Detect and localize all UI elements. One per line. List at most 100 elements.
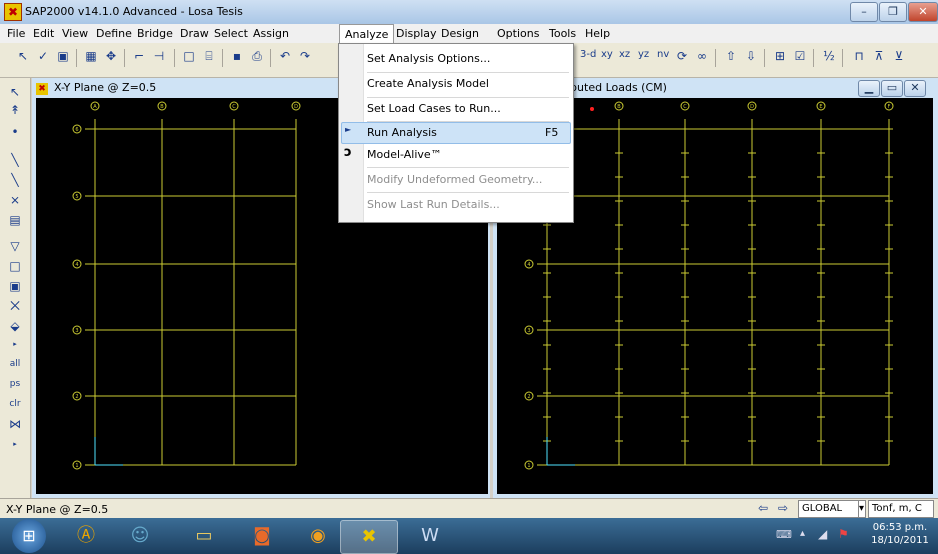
- right-arrow-icon[interactable]: ⇨: [778, 501, 788, 515]
- taskbar-folder-icon[interactable]: ▭: [178, 520, 230, 552]
- redo-icon[interactable]: ↷: [296, 47, 314, 65]
- frame-icon[interactable]: ⌐: [130, 47, 148, 65]
- clear-select-button[interactable]: clr: [6, 396, 24, 412]
- left-arrow-icon[interactable]: ⇦: [758, 501, 768, 515]
- draw-solid-icon[interactable]: ⬙: [6, 318, 24, 334]
- set-display-icon[interactable]: ☑: [791, 47, 809, 65]
- scroll-icon[interactable]: ▸: [6, 336, 24, 352]
- move-icon[interactable]: ✥: [102, 47, 120, 65]
- view-close-button[interactable]: ✕: [904, 80, 926, 97]
- draw-joint-icon[interactable]: •: [6, 124, 24, 140]
- menu-define[interactable]: Define: [91, 24, 137, 43]
- menu-item-set-analysis-options[interactable]: Set Analysis Options...: [367, 49, 567, 69]
- quick-draw-area-icon[interactable]: ▣: [6, 278, 24, 294]
- menu-display[interactable]: Display: [391, 24, 442, 43]
- taskbar-app-a-icon[interactable]: Ⓐ: [60, 520, 112, 552]
- menu-options[interactable]: Options: [492, 24, 544, 43]
- percent-icon[interactable]: ½: [820, 47, 838, 65]
- menu-analyze[interactable]: Analyze: [339, 24, 395, 44]
- new-file-icon[interactable]: □: [180, 47, 198, 65]
- menu-edit[interactable]: Edit: [28, 24, 59, 43]
- quick-draw-frame-icon[interactable]: ╲: [6, 172, 24, 188]
- select-all-button[interactable]: all: [6, 356, 24, 372]
- reshape-pointer-icon[interactable]: ↟: [6, 102, 24, 118]
- coord-dropdown-icon[interactable]: ▾: [858, 500, 866, 518]
- view-xy-button[interactable]: xy: [601, 49, 613, 60]
- draw-poly-area-icon[interactable]: ▽: [6, 238, 24, 254]
- grid-bubble-label: C: [232, 104, 236, 110]
- tray-flag-icon[interactable]: ⚑: [838, 527, 849, 541]
- frame-draw-icon[interactable]: ⊓: [850, 47, 868, 65]
- draw-link-icon[interactable]: ⨉: [6, 298, 24, 314]
- draw-section-icon[interactable]: ▤: [6, 212, 24, 228]
- open-folder-icon[interactable]: ⌸: [200, 47, 218, 65]
- menu-item-create-analysis-model[interactable]: Create Analysis Model: [367, 74, 567, 94]
- lock-icon[interactable]: ▣: [54, 47, 72, 65]
- run-analysis-shortcut: F5: [545, 126, 559, 139]
- grid-bubble-label: C: [683, 104, 687, 110]
- check-icon[interactable]: ✓: [34, 47, 52, 65]
- taskbar-sap2000-icon[interactable]: ✖: [340, 520, 398, 554]
- draw-frame-icon[interactable]: ╲: [6, 152, 24, 168]
- menu-draw[interactable]: Draw: [175, 24, 214, 43]
- view-maximize-button[interactable]: ▭: [881, 80, 903, 97]
- view-minimize-button[interactable]: ▁: [858, 80, 880, 97]
- menu-select[interactable]: Select: [209, 24, 253, 43]
- tray-keyboard-icon[interactable]: ⌨: [776, 528, 792, 541]
- grid-bubble-label: 1: [75, 463, 78, 469]
- menu-assign[interactable]: Assign: [248, 24, 294, 43]
- status-text: X-Y Plane @ Z=0.5: [6, 503, 109, 516]
- taskbar-users-icon[interactable]: ☺: [114, 520, 166, 552]
- units-select[interactable]: Tonf, m, C: [868, 500, 934, 518]
- system-clock[interactable]: 06:53 p.m. 18/10/2011: [868, 521, 932, 547]
- show-undeformed-icon[interactable]: ⊞: [771, 47, 789, 65]
- down-arrow-icon[interactable]: ⇩: [742, 47, 760, 65]
- menu-item-model-alive[interactable]: Model-Alive™: [367, 145, 567, 165]
- view-xz-button[interactable]: xz: [619, 49, 630, 60]
- toolbar-separator: [124, 49, 125, 67]
- model-alive-icon: ↄ: [344, 145, 352, 160]
- taskbar-firefox-icon[interactable]: ◉: [292, 520, 344, 552]
- pointer-icon[interactable]: ↖: [14, 47, 32, 65]
- section-icon[interactable]: ⊣: [150, 47, 168, 65]
- view-3d-button[interactable]: 3-d: [580, 49, 596, 60]
- view-nv-button[interactable]: nv: [657, 49, 669, 60]
- previous-select-button[interactable]: ps: [6, 376, 24, 392]
- menu-help[interactable]: Help: [580, 24, 615, 43]
- coord-system-select[interactable]: GLOBAL: [798, 500, 862, 518]
- grid-icon[interactable]: ▦: [82, 47, 100, 65]
- menu-design[interactable]: Design: [436, 24, 484, 43]
- menu-view[interactable]: View: [57, 24, 93, 43]
- minimize-button[interactable]: –: [850, 2, 878, 22]
- draw-rect-area-icon[interactable]: □: [6, 258, 24, 274]
- tray-expand-icon[interactable]: ▴: [800, 528, 805, 539]
- menu-file[interactable]: File: [2, 24, 30, 43]
- up-arrow-icon[interactable]: ⇧: [722, 47, 740, 65]
- tray-network-icon[interactable]: ◢: [818, 527, 827, 541]
- draw-line-icon[interactable]: ⊼: [870, 47, 888, 65]
- view-window-icon: ✖: [36, 83, 48, 95]
- draw-braces-icon[interactable]: ⨯: [6, 192, 24, 208]
- undo-icon[interactable]: ↶: [276, 47, 294, 65]
- draw-cable-icon[interactable]: ⊻: [890, 47, 908, 65]
- close-button[interactable]: ✕: [908, 2, 938, 22]
- taskbar-word-icon[interactable]: W: [404, 520, 456, 552]
- save-icon[interactable]: ▪: [228, 47, 246, 65]
- menu-item-run-analysis[interactable]: Run Analysis: [367, 123, 567, 143]
- select-pointer-icon[interactable]: ↖: [6, 84, 24, 100]
- sap2000-app-icon[interactable]: ✖: [4, 3, 22, 21]
- grid-bubble-label: 2: [527, 394, 530, 400]
- intersecting-line-icon[interactable]: ⋈: [6, 416, 24, 432]
- maximize-button[interactable]: ❐: [879, 2, 907, 22]
- scroll-icon[interactable]: ▸: [6, 436, 24, 452]
- menu-tools[interactable]: Tools: [544, 24, 581, 43]
- print-icon[interactable]: ⎙: [248, 47, 266, 65]
- start-button[interactable]: ⊞: [12, 519, 46, 553]
- grid-bubble-label: 5: [75, 194, 78, 200]
- view-yz-button[interactable]: yz: [638, 49, 649, 60]
- taskbar-outlook-icon[interactable]: ◙: [236, 520, 288, 552]
- rotate-icon[interactable]: ⟳: [673, 47, 691, 65]
- perspective-icon[interactable]: ∞: [693, 47, 711, 65]
- menu-bridge[interactable]: Bridge: [132, 24, 178, 43]
- menu-item-set-load-cases[interactable]: Set Load Cases to Run...: [367, 99, 567, 119]
